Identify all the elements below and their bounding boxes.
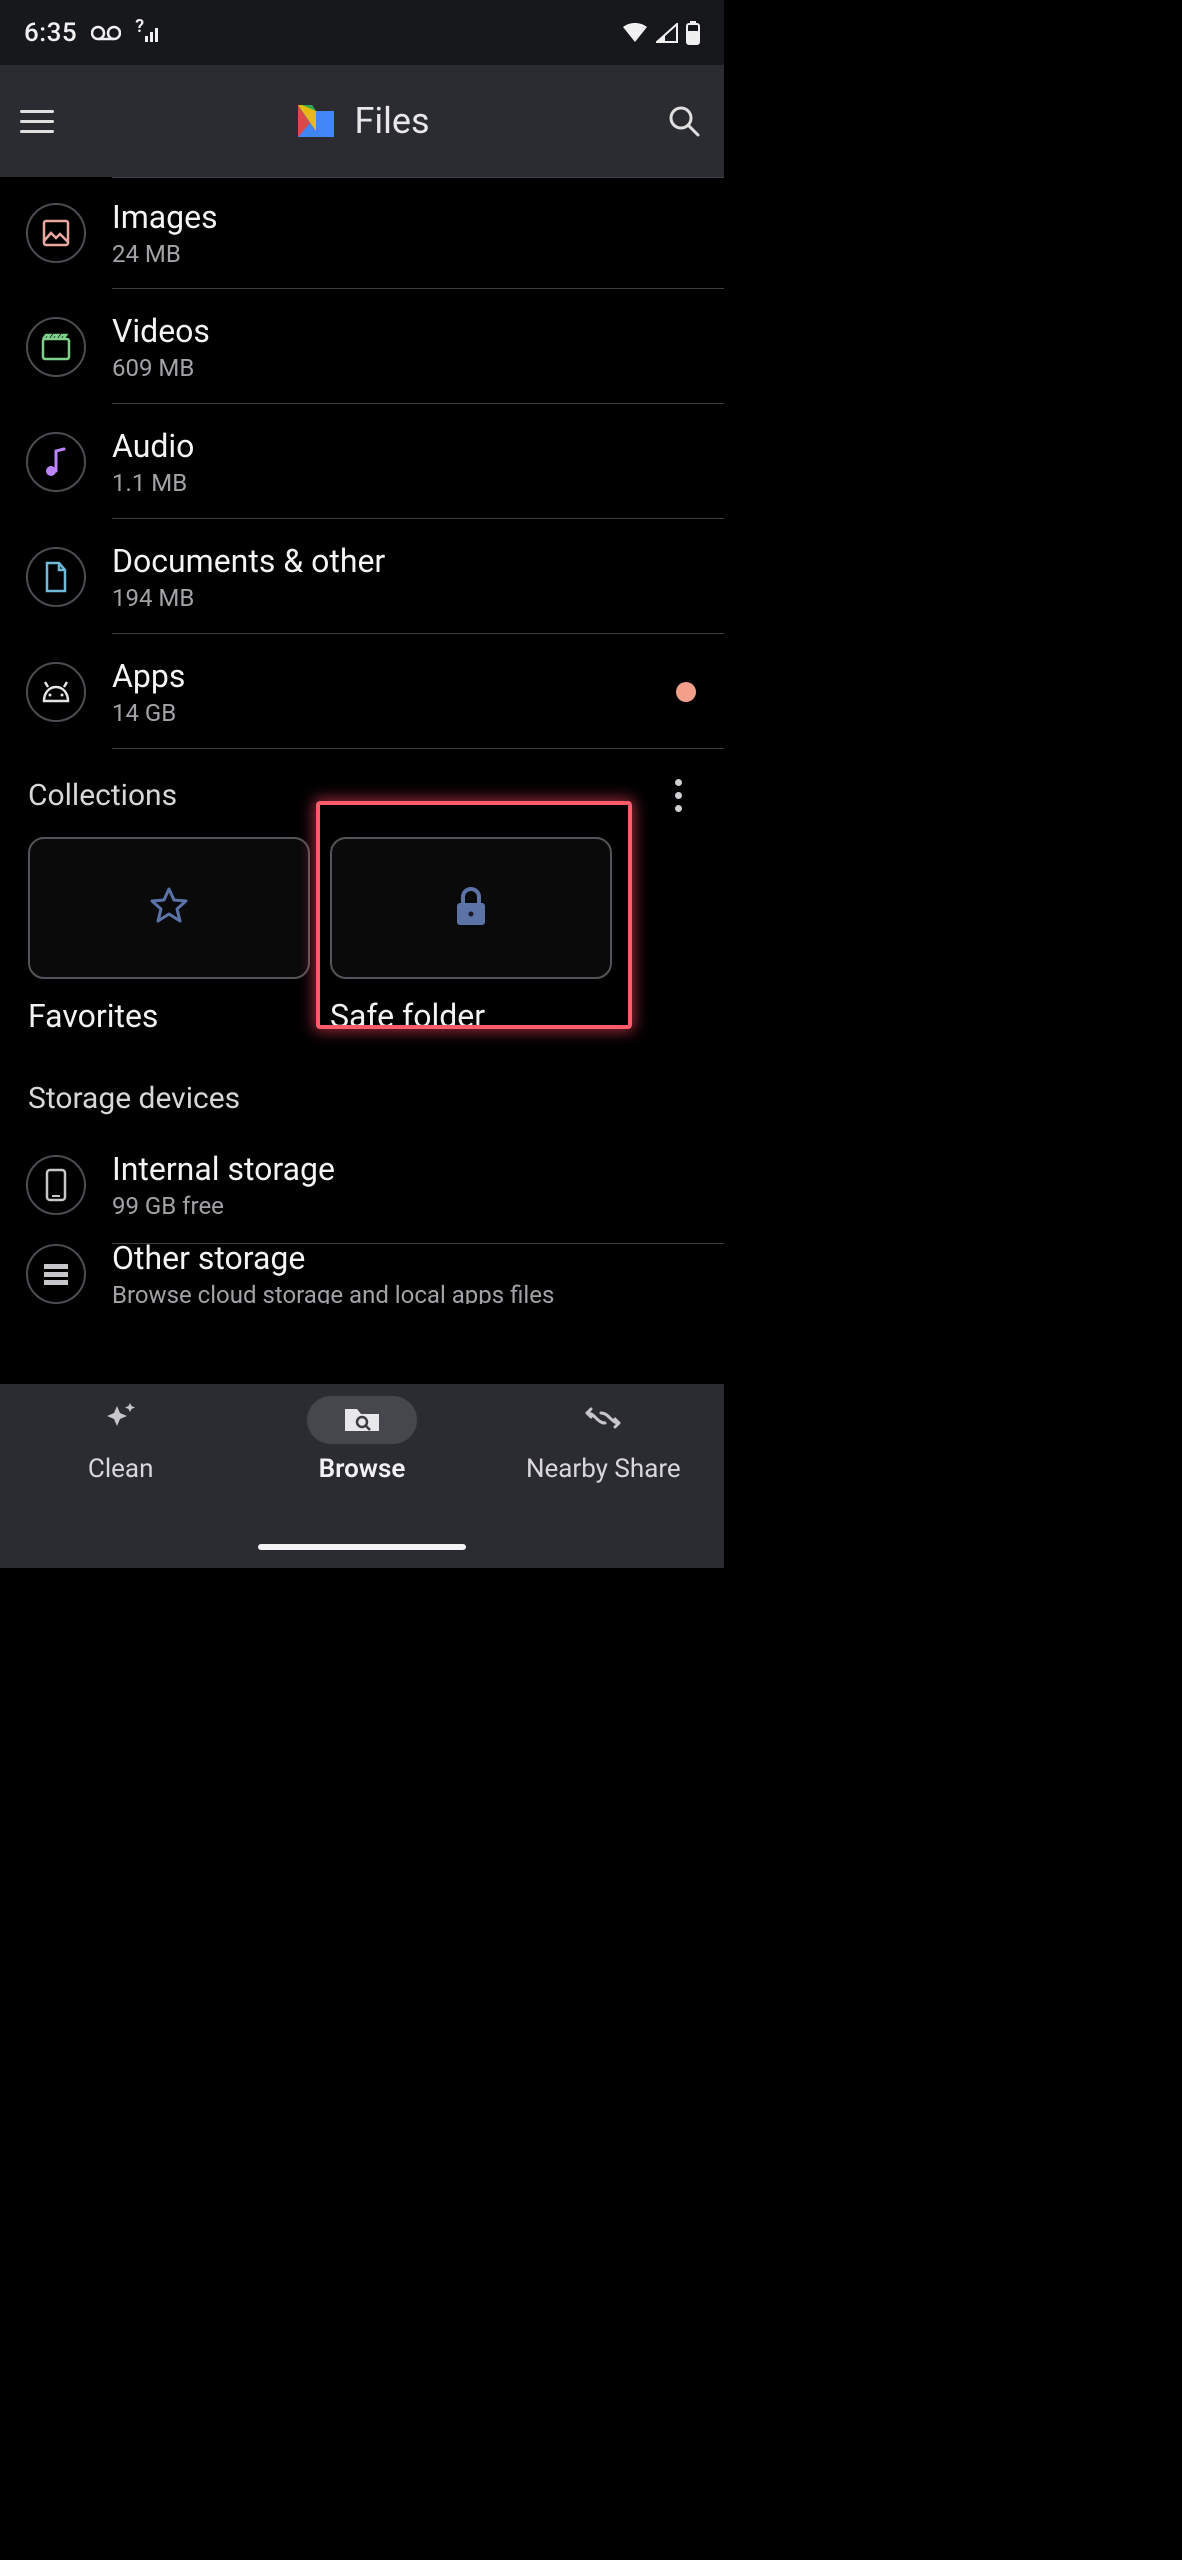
voicemail-icon <box>91 25 121 41</box>
category-size: 194 MB <box>112 584 696 612</box>
audio-icon <box>26 432 86 492</box>
cell-icon <box>656 23 678 43</box>
sparkle-icon <box>103 1400 139 1440</box>
storage-header: Storage devices <box>28 1081 240 1116</box>
swap-icon <box>583 1407 623 1433</box>
category-apps[interactable]: Apps 14 GB <box>0 634 724 749</box>
storage-stack-icon <box>26 1244 86 1304</box>
menu-button[interactable] <box>20 101 60 141</box>
app-bar: Files <box>0 65 724 177</box>
collections-header: Collections <box>28 778 177 813</box>
category-videos[interactable]: Videos 609 MB <box>0 289 724 404</box>
nav-label: Clean <box>88 1454 154 1484</box>
category-title: Documents & other <box>112 542 696 580</box>
android-icon <box>26 662 86 722</box>
status-time: 6:35 <box>24 18 77 48</box>
category-documents[interactable]: Documents & other 194 MB <box>0 519 724 634</box>
category-title: Apps <box>112 657 648 695</box>
files-logo-icon <box>294 99 338 143</box>
lock-icon <box>453 885 489 931</box>
image-icon <box>26 203 86 263</box>
star-icon <box>148 885 190 931</box>
nav-browse[interactable]: Browse <box>241 1396 482 1568</box>
collections-more-button[interactable] <box>660 777 696 813</box>
collection-favorites[interactable]: Favorites <box>28 837 310 1035</box>
battery-icon <box>686 21 700 45</box>
home-indicator[interactable] <box>258 1544 466 1550</box>
storage-internal[interactable]: Internal storage 99 GB free <box>0 1126 724 1244</box>
storage-title: Other storage <box>112 1244 696 1277</box>
category-size: 14 GB <box>112 699 648 727</box>
category-title: Videos <box>112 312 696 350</box>
category-size: 24 MB <box>112 240 696 268</box>
category-title: Images <box>112 198 696 236</box>
nav-label: Browse <box>319 1454 406 1484</box>
storage-other[interactable]: Other storage Browse cloud storage and lo… <box>0 1244 724 1304</box>
nav-label: Nearby Share <box>526 1454 681 1484</box>
app-title: Files <box>354 100 429 142</box>
collection-label: Favorites <box>28 997 310 1035</box>
category-audio[interactable]: Audio 1.1 MB <box>0 404 724 519</box>
status-bar: 6:35 ? <box>0 0 724 65</box>
nav-nearby-share[interactable]: Nearby Share <box>483 1396 724 1568</box>
phone-icon <box>26 1155 86 1215</box>
storage-sub: Browse cloud storage and local apps file… <box>112 1281 696 1304</box>
storage-title: Internal storage <box>112 1150 696 1188</box>
category-images[interactable]: Images 24 MB <box>0 177 724 289</box>
wifi-icon <box>622 23 648 43</box>
category-size: 609 MB <box>112 354 696 382</box>
category-title: Audio <box>112 427 696 465</box>
bottom-nav: Clean Browse Nearby Share <box>0 1384 724 1568</box>
category-size: 1.1 MB <box>112 469 696 497</box>
search-button[interactable] <box>664 101 704 141</box>
notification-dot <box>676 682 696 702</box>
collection-safe-folder[interactable]: Safe folder <box>330 837 612 1035</box>
storage-sub: 99 GB free <box>112 1192 696 1220</box>
document-icon <box>26 547 86 607</box>
collection-label: Safe folder <box>330 997 612 1035</box>
video-icon <box>26 317 86 377</box>
signal-question-icon: ? <box>135 22 162 43</box>
nav-clean[interactable]: Clean <box>0 1396 241 1568</box>
folder-search-icon <box>342 1401 382 1439</box>
